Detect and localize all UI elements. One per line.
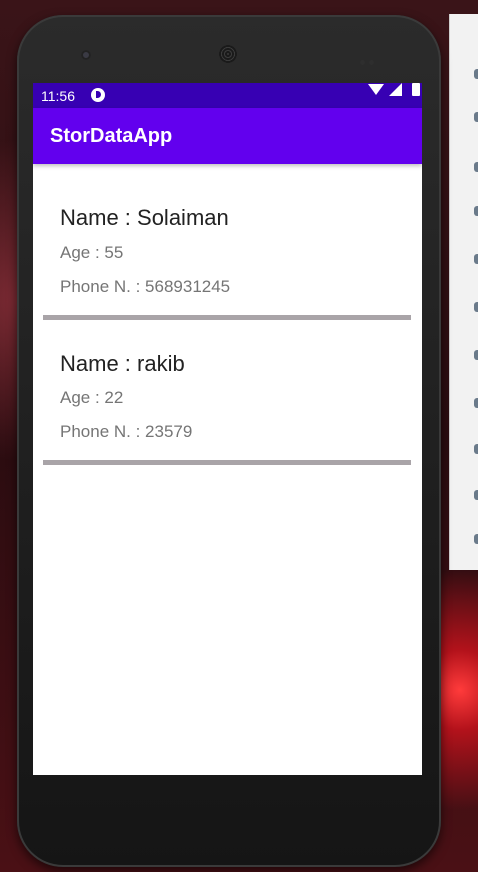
contact-phone: Phone N. : 568931245 [60, 277, 231, 296]
power-icon[interactable] [474, 69, 478, 79]
home-icon[interactable] [474, 444, 478, 454]
status-bar: 11:56 [33, 83, 422, 108]
phone-frame: 11:56 StorDataApp Name : Solaiman Age : … [17, 15, 441, 867]
screenshot-icon[interactable] [474, 302, 478, 312]
overview-icon[interactable] [474, 490, 478, 500]
app-bar: StorDataApp [33, 108, 422, 164]
wifi-icon [368, 84, 384, 95]
contact-name: Name : rakib [60, 351, 185, 376]
app-title: StorDataApp [50, 125, 173, 147]
battery-icon [412, 83, 420, 96]
emulator-toolbar [449, 14, 478, 570]
contact-list[interactable]: Name : Solaiman Age : 55 Phone N. : 5689… [33, 164, 422, 465]
item-divider [43, 460, 411, 465]
signal-icon [389, 83, 402, 96]
app-status-icon [91, 88, 105, 102]
list-item[interactable]: Name : rakib Age : 22 Phone N. : 23579 [33, 309, 422, 465]
status-time: 11:56 [41, 88, 75, 104]
device-screen: 11:56 StorDataApp Name : Solaiman Age : … [33, 83, 422, 775]
rotate-left-icon[interactable] [474, 206, 478, 216]
earpiece-speaker [219, 45, 237, 63]
volume-down-icon[interactable] [474, 162, 478, 172]
list-item[interactable]: Name : Solaiman Age : 55 Phone N. : 5689… [33, 164, 422, 320]
contact-phone: Phone N. : 23579 [60, 422, 193, 441]
rotate-right-icon[interactable] [474, 254, 478, 264]
contact-age: Age : 55 [60, 243, 124, 262]
back-icon[interactable] [474, 398, 478, 408]
contact-name: Name : Solaiman [60, 205, 229, 230]
proximity-sensors [360, 52, 380, 65]
contact-age: Age : 22 [60, 388, 124, 407]
front-camera [81, 50, 91, 60]
more-icon[interactable] [474, 534, 478, 544]
zoom-icon[interactable] [474, 350, 478, 360]
volume-up-icon[interactable] [474, 112, 478, 122]
